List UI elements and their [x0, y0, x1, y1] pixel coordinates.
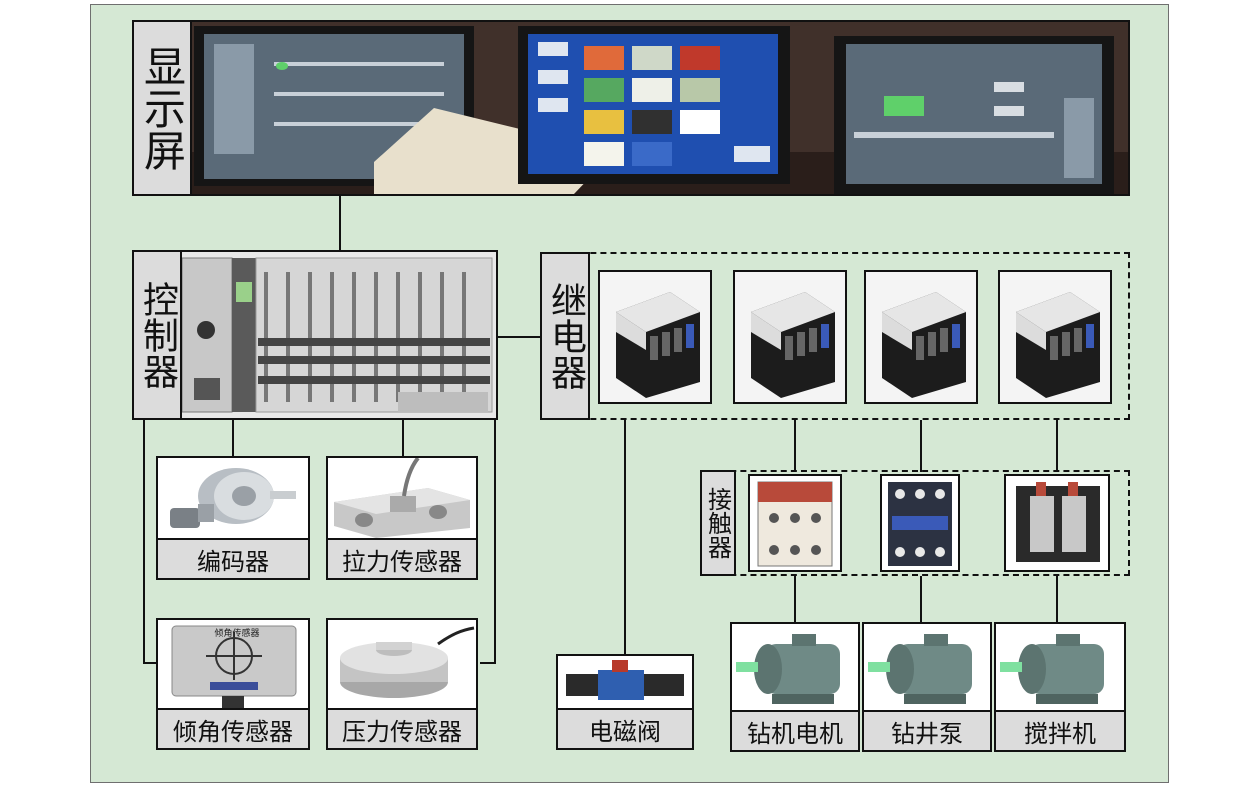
tension-sensor-caption: 拉力传感器 — [326, 538, 478, 580]
relay-icon — [1016, 292, 1100, 398]
mixer-photo — [994, 622, 1126, 712]
controller-right-trunk — [494, 420, 496, 664]
controller-right-hook — [480, 662, 496, 664]
relay-3 — [864, 270, 978, 404]
motor-icon — [1000, 634, 1104, 704]
relay-icon — [751, 292, 835, 398]
well-pump-caption: 钻井泵 — [862, 710, 992, 752]
controller-photo — [132, 250, 498, 420]
controller-left-hook — [143, 662, 156, 664]
tilt-device-text: 倾角传感器 — [214, 629, 260, 639]
contactor2-motor-connector — [920, 576, 922, 624]
controller-label: 控制器 — [132, 250, 182, 420]
tension-sensor-icon — [334, 458, 470, 538]
controller-left-trunk — [143, 420, 145, 664]
relay-1 — [598, 270, 712, 404]
relay-4 — [998, 270, 1112, 404]
contactor-icon — [757, 481, 833, 567]
relay-contactor3-connector — [1056, 420, 1058, 472]
well-pump-photo — [862, 622, 992, 712]
relay-contactor2-connector — [920, 420, 922, 472]
pressure-sensor-caption: 压力传感器 — [326, 708, 478, 750]
plc-illustration — [134, 252, 496, 418]
encoder-caption: 编码器 — [156, 538, 310, 580]
encoder-photo — [156, 456, 310, 540]
contactor1-motor-connector — [794, 576, 796, 624]
motor-icon — [736, 634, 840, 704]
motor-icon — [868, 634, 972, 704]
relay-2 — [733, 270, 847, 404]
display-photo — [132, 20, 1130, 196]
display-controller-connector — [339, 196, 341, 252]
contactor3-motor-connector — [1056, 576, 1058, 624]
tension-sensor-photo — [326, 456, 478, 540]
relay-icon — [882, 292, 966, 398]
tension-connector — [402, 420, 404, 456]
contactor-3 — [1004, 474, 1110, 572]
monitors-illustration — [134, 22, 1128, 194]
contactor-label: 接触器 — [700, 470, 736, 576]
solenoid-valve-caption: 电磁阀 — [556, 708, 694, 750]
encoder-connector — [232, 420, 234, 456]
contactor-1 — [748, 474, 842, 572]
pressure-sensor-photo — [326, 618, 478, 710]
contactor-2 — [880, 474, 960, 572]
tilt-sensor-caption: 倾角传感器 — [156, 708, 310, 750]
drill-motor-caption: 钻机电机 — [730, 710, 860, 752]
tilt-sensor-photo: 倾角传感器 — [156, 618, 310, 710]
contactor-icon — [888, 482, 952, 566]
drill-motor-photo — [730, 622, 860, 712]
pressure-sensor-icon — [340, 626, 475, 698]
mixer-caption: 搅拌机 — [994, 710, 1126, 752]
relay-icon — [616, 292, 700, 398]
contactor-icon — [1016, 482, 1100, 562]
relay-valve-connector — [624, 420, 626, 656]
encoder-icon — [170, 468, 296, 528]
relay-label: 继电器 — [540, 252, 590, 420]
relay-contactor1-connector — [794, 420, 796, 472]
solenoid-valve-photo — [556, 654, 694, 710]
controller-relay-connector — [498, 336, 540, 338]
display-label: 显示屏 — [132, 20, 192, 196]
valve-icon — [566, 660, 684, 700]
